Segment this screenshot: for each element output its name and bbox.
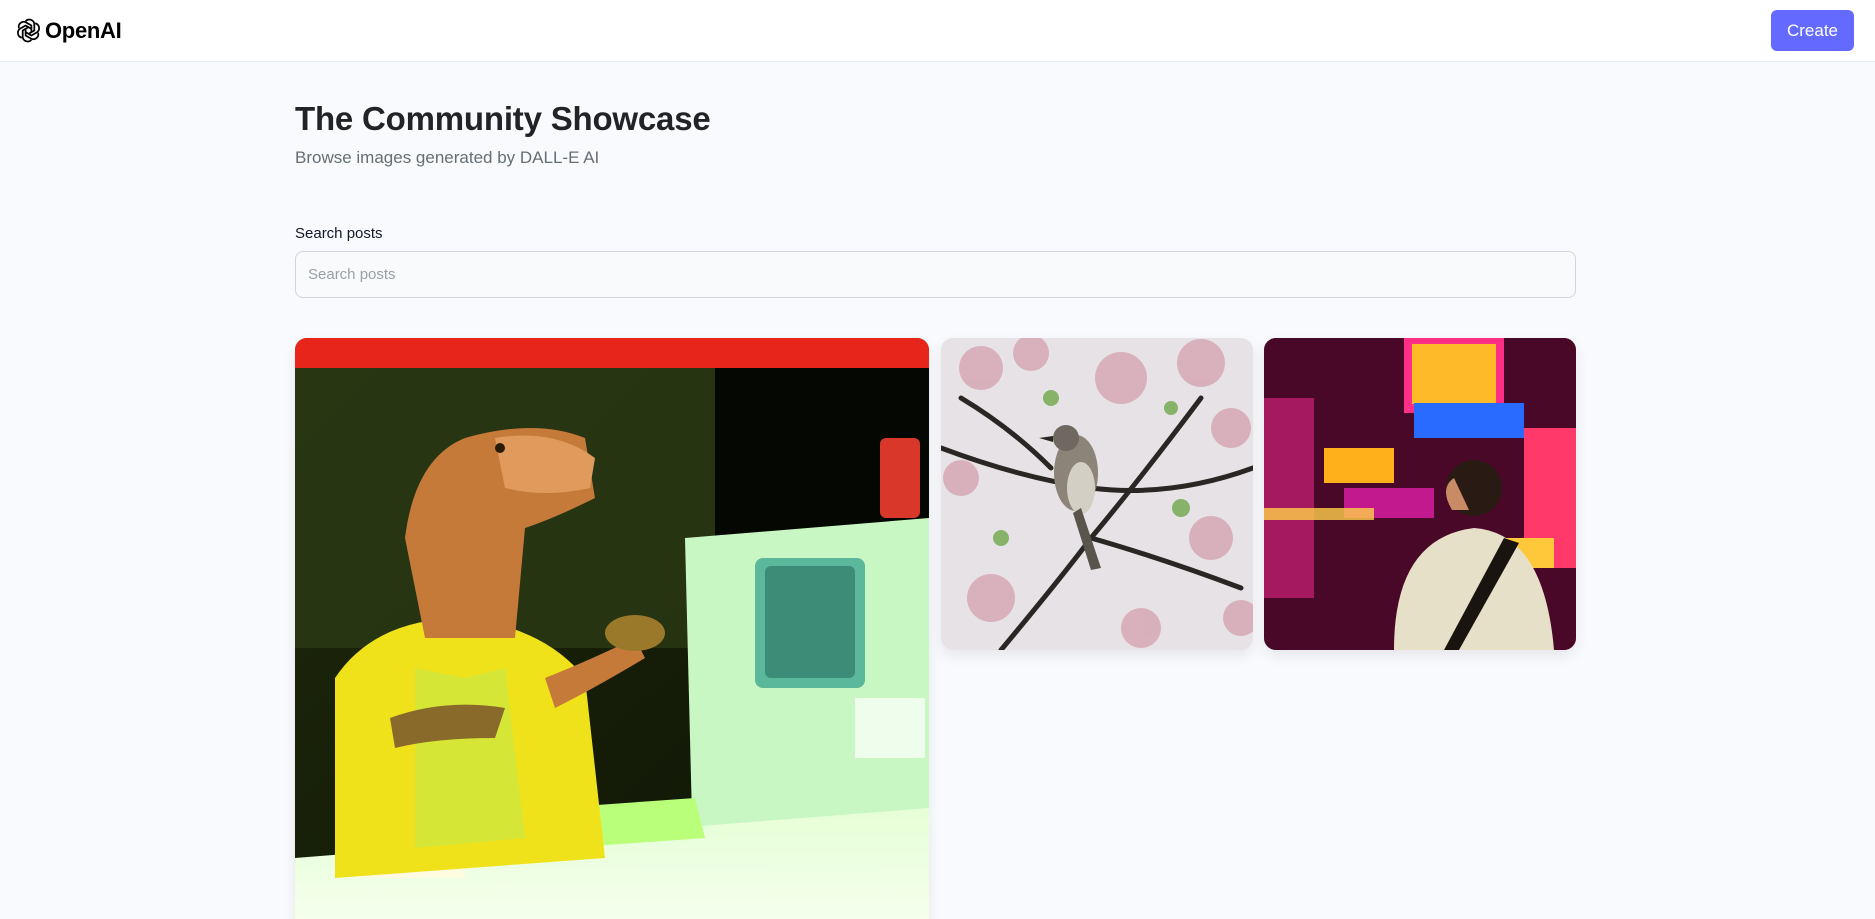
post-card[interactable]: [295, 338, 929, 919]
openai-logo-icon: [17, 18, 40, 43]
posts-grid: [295, 338, 1576, 919]
man-in-neon-city-image: [1264, 338, 1576, 650]
search-label: Search posts: [295, 225, 383, 242]
page-subtitle: Browse images generated by DALL-E AI: [295, 148, 600, 167]
page-title: The Community Showcase: [295, 100, 711, 137]
main-content: The Community Showcase Browse images gen…: [295, 62, 1576, 919]
header: OpenAI Create: [0, 0, 1875, 62]
bird-on-cherry-blossom-image: [941, 338, 1253, 650]
openai-logo[interactable]: OpenAI: [14, 16, 122, 45]
create-button[interactable]: Create: [1771, 10, 1854, 51]
dinosaur-cashier-image: [295, 338, 929, 919]
post-card[interactable]: [1264, 338, 1576, 650]
post-card[interactable]: [941, 338, 1253, 650]
logo-text: OpenAI: [45, 17, 122, 43]
search-input[interactable]: [295, 251, 1576, 298]
